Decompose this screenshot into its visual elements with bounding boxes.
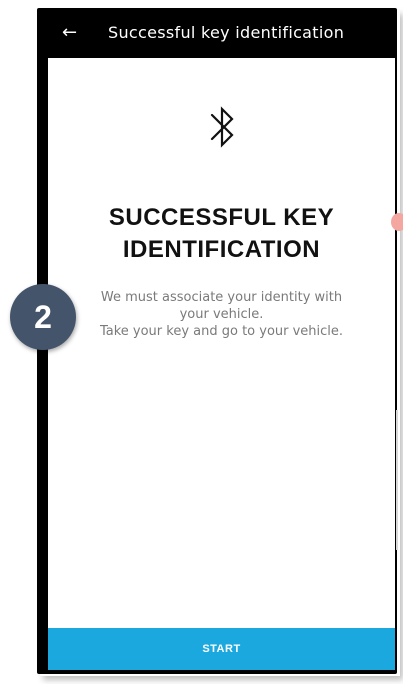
start-button[interactable]: START bbox=[48, 628, 395, 670]
heading-line-1: SUCCESSFUL KEY bbox=[108, 204, 335, 231]
instruction-line-1: We must associate your identity with bbox=[100, 290, 343, 305]
screen-content: SUCCESSFUL KEY IDENTIFICATION We must as… bbox=[48, 58, 395, 670]
instruction-text: We must associate your identity with you… bbox=[48, 289, 395, 340]
step-number-badge: 2 bbox=[10, 284, 76, 350]
app-bar: ← Successful key identification bbox=[48, 10, 395, 58]
edge-divider bbox=[396, 410, 398, 550]
main-heading: SUCCESSFUL KEY IDENTIFICATION bbox=[48, 202, 395, 266]
bluetooth-icon bbox=[210, 106, 234, 148]
page-title: Successful key identification bbox=[108, 23, 345, 42]
edge-marker bbox=[391, 213, 403, 231]
heading-line-2: IDENTIFICATION bbox=[122, 236, 321, 263]
instruction-line-2: your vehicle. bbox=[179, 307, 264, 322]
canvas: ← Successful key identification SUCCESSF… bbox=[0, 0, 403, 684]
back-arrow-icon[interactable]: ← bbox=[62, 20, 77, 46]
instruction-line-3: Take your key and go to your vehicle. bbox=[99, 324, 344, 339]
